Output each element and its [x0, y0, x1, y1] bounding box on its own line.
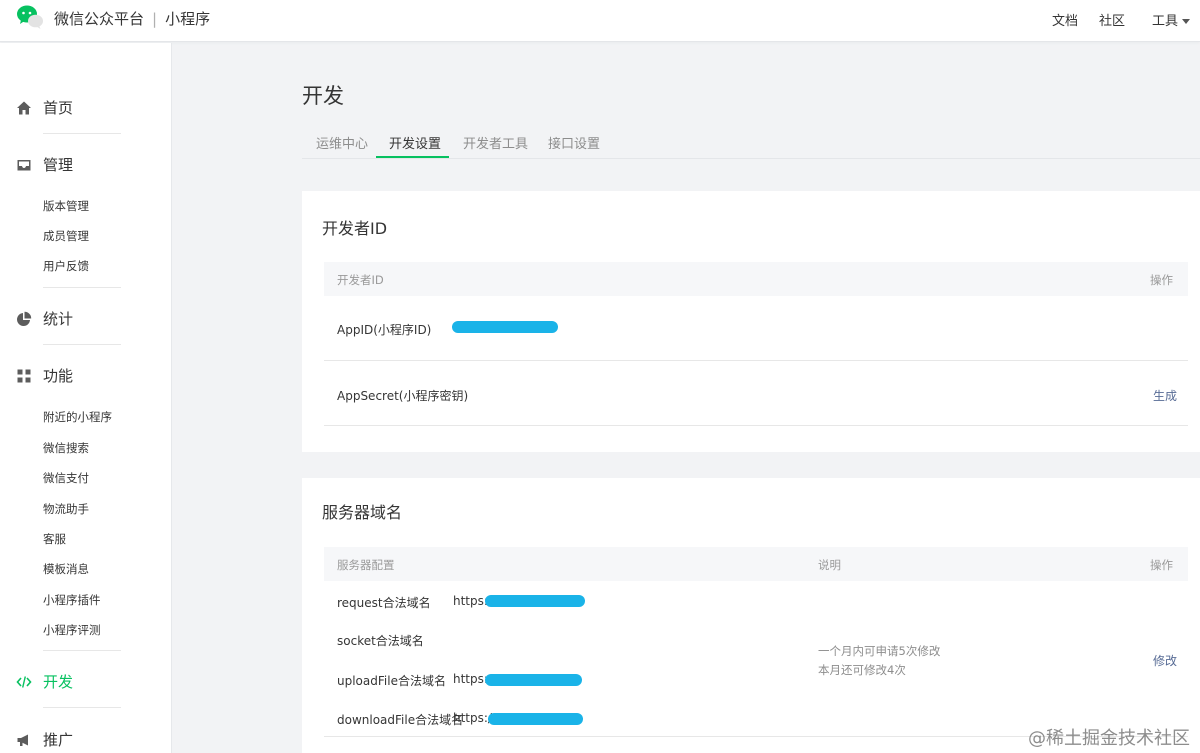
docs-link[interactable]: 文档: [1052, 10, 1078, 29]
download-domain-label: downloadFile合法域名: [337, 713, 464, 727]
upload-domain-redacted: [485, 674, 582, 686]
modify-domain-link[interactable]: 修改: [1153, 652, 1177, 669]
tab-ops-center[interactable]: 运维中心: [316, 133, 368, 152]
code-icon: [16, 674, 32, 690]
request-domain-redacted: [485, 595, 585, 607]
sidebar-item-user-feedback[interactable]: 用户反馈: [43, 258, 89, 274]
domain-note-line-1: 一个月内可申请5次修改: [818, 644, 941, 658]
sidebar-item-customer-service[interactable]: 客服: [43, 531, 66, 547]
sidebar-label-home: 首页: [43, 99, 74, 117]
row-divider: [324, 360, 1188, 361]
request-domain-label: request合法域名: [337, 596, 431, 610]
upload-domain-label: uploadFile合法域名: [337, 674, 446, 688]
sidebar-label-manage: 管理: [43, 156, 74, 174]
server-domain-table-header: 服务器配置 说明 操作: [324, 547, 1188, 581]
download-domain-redacted: [488, 713, 583, 725]
appid-value-redacted: [452, 321, 558, 333]
page-title: 开发: [302, 84, 344, 108]
sidebar-item-promote[interactable]: 推广: [16, 729, 73, 750]
tab-dev-settings[interactable]: 开发设置: [389, 133, 441, 152]
brand-separator: |: [152, 10, 158, 28]
sidebar-label-develop: 开发: [43, 673, 74, 691]
sidebar-label-features: 功能: [43, 367, 74, 385]
pie-chart-icon: [16, 311, 32, 327]
watermark: @稀土掘金技术社区: [1028, 728, 1190, 749]
sidebar-item-review[interactable]: 小程序评测: [43, 622, 101, 638]
sidebar-item-manage[interactable]: 管理: [16, 154, 73, 175]
sidebar-divider: [43, 344, 121, 345]
generate-secret-link[interactable]: 生成: [1153, 387, 1177, 404]
sidebar-divider: [43, 133, 121, 134]
col-description: 说明: [818, 558, 841, 572]
tools-menu-label: 工具: [1151, 14, 1178, 29]
sidebar-item-wechat-pay[interactable]: 微信支付: [43, 470, 89, 486]
grid-icon: [16, 368, 32, 384]
sidebar-item-features[interactable]: 功能: [16, 365, 73, 386]
sidebar-item-version-manage[interactable]: 版本管理: [43, 198, 89, 214]
chevron-down-icon: [1182, 19, 1190, 24]
col-action: 操作: [1150, 558, 1173, 572]
active-tab-indicator: [376, 156, 449, 158]
sidebar-label-stats: 统计: [43, 310, 74, 328]
socket-domain-label: socket合法域名: [337, 634, 424, 648]
sidebar-divider: [43, 650, 121, 651]
sidebar-item-plugins[interactable]: 小程序插件: [43, 592, 101, 608]
col-developer-id: 开发者ID: [337, 273, 384, 287]
sidebar-divider: [43, 707, 121, 708]
sidebar-item-logistics[interactable]: 物流助手: [43, 501, 89, 517]
tab-dev-tools[interactable]: 开发者工具: [463, 133, 528, 152]
developer-id-table-header: 开发者ID 操作: [324, 262, 1188, 296]
col-server-config: 服务器配置: [337, 558, 395, 572]
tools-menu[interactable]: 工具: [1152, 10, 1190, 29]
appsecret-label: AppSecret(小程序密钥): [337, 389, 469, 403]
domain-note-line-2: 本月还可修改4次: [818, 663, 906, 677]
brand-name: 微信公众平台: [54, 10, 145, 28]
sidebar-divider: [43, 287, 121, 288]
top-bar: 微信公众平台 | 小程序 文档 社区 工具: [0, 0, 1200, 42]
sidebar-item-home[interactable]: 首页: [16, 97, 73, 118]
sidebar-item-nearby[interactable]: 附近的小程序: [43, 409, 112, 425]
server-domain-title: 服务器域名: [322, 503, 403, 522]
tab-bar: 运维中心 开发设置 开发者工具 接口设置: [302, 124, 1200, 159]
tab-api-settings[interactable]: 接口设置: [548, 133, 600, 152]
wechat-logo-icon: [17, 5, 43, 29]
sidebar-item-stats[interactable]: 统计: [16, 308, 73, 329]
sidebar-item-member-manage[interactable]: 成员管理: [43, 228, 89, 244]
col-action: 操作: [1150, 273, 1173, 287]
server-domain-card: 服务器域名 服务器配置 说明 操作 request合法域名 https:// s…: [302, 478, 1200, 753]
row-divider: [324, 425, 1188, 426]
appid-label: AppID(小程序ID): [337, 323, 432, 337]
megaphone-icon: [16, 732, 32, 748]
developer-id-title: 开发者ID: [322, 219, 388, 238]
brand-title[interactable]: 微信公众平台 | 小程序: [54, 8, 210, 29]
developer-id-card: 开发者ID 开发者ID 操作 AppID(小程序ID) AppSecret(小程…: [302, 191, 1200, 452]
inbox-icon: [16, 157, 32, 173]
community-link[interactable]: 社区: [1099, 10, 1125, 29]
product-name: 小程序: [165, 10, 211, 28]
home-icon: [16, 100, 32, 116]
sidebar: 首页 管理 版本管理 成员管理 用户反馈 统计 功能 附近的小程序 微信搜索 微…: [0, 43, 172, 753]
sidebar-item-develop[interactable]: 开发: [16, 671, 73, 692]
sidebar-item-template-message[interactable]: 模板消息: [43, 561, 89, 577]
sidebar-label-promote: 推广: [43, 731, 74, 749]
sidebar-item-wechat-search[interactable]: 微信搜索: [43, 440, 89, 456]
